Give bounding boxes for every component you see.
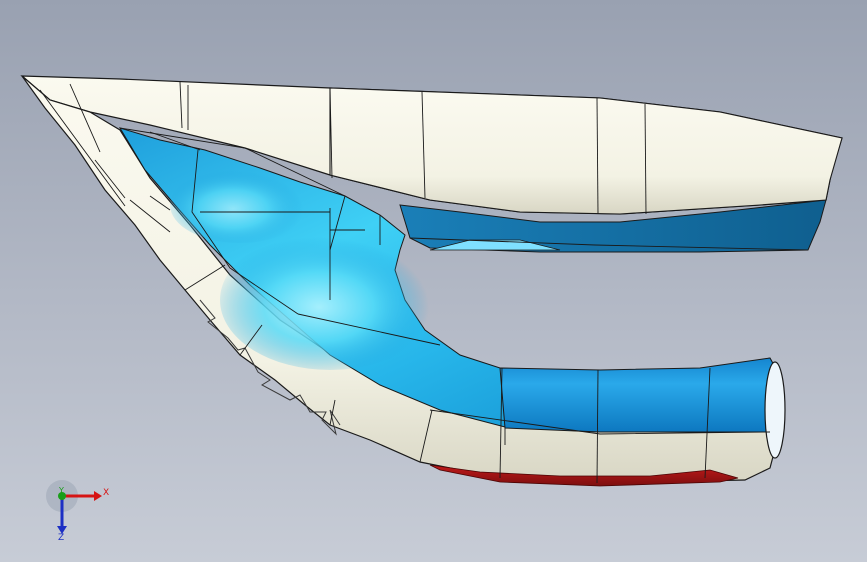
- triad-graphic: [46, 480, 102, 534]
- inner-highlight-2: [170, 167, 310, 243]
- upper-shell-overlay: [329, 87, 843, 215]
- x-axis-label: X: [103, 488, 110, 498]
- tube-end-opening[interactable]: [764, 361, 786, 459]
- graphics-viewport[interactable]: X Y Z: [0, 0, 867, 562]
- tube-section[interactable]: [499, 357, 783, 433]
- y-axis-label: Y: [59, 486, 64, 495]
- part-model[interactable]: [0, 0, 867, 562]
- coordinate-triad: X Y Z: [42, 476, 112, 546]
- z-axis-label: Z: [58, 533, 65, 543]
